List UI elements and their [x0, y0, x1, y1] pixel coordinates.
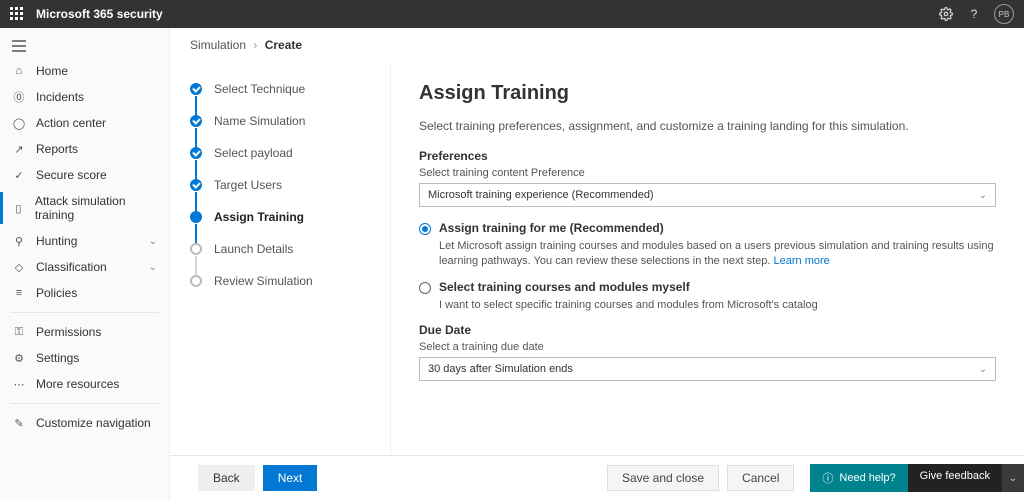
chevron-down-icon: ⌄ [979, 364, 987, 375]
wizard-footer: Back Next Save and close Cancel ⓘNeed he… [170, 455, 1024, 500]
secure-score-icon: ✓ [12, 168, 26, 182]
step-select-technique[interactable]: Select Technique [190, 82, 380, 114]
chevron-down-icon[interactable]: ⌄ [1002, 464, 1024, 492]
preferences-heading: Preferences [419, 149, 996, 163]
nav-incidents[interactable]: ⓪Incidents [0, 84, 169, 110]
incidents-icon: ⓪ [12, 90, 26, 104]
radio2-description: I want to select specific training cours… [439, 298, 996, 313]
hunting-icon: ⚲ [12, 234, 26, 248]
avatar[interactable]: PB [994, 4, 1014, 24]
learn-more-link[interactable]: Learn more [774, 255, 830, 267]
radio1-description: Let Microsoft assign training courses an… [439, 239, 996, 270]
back-button[interactable]: Back [198, 465, 255, 491]
classification-icon: ◇ [12, 260, 26, 274]
policies-icon: ≡ [12, 286, 26, 300]
app-launcher-icon[interactable] [10, 7, 24, 21]
left-nav: ⌂Home ⓪Incidents ◯Action center ↗Reports… [0, 28, 170, 500]
chevron-down-icon: ⌄ [149, 262, 157, 273]
nav-home[interactable]: ⌂Home [0, 58, 169, 84]
nav-reports[interactable]: ↗Reports [0, 136, 169, 162]
radio-select-myself[interactable]: Select training courses and modules myse… [419, 280, 996, 294]
training-content-select[interactable]: Microsoft training experience (Recommend… [419, 183, 996, 207]
chevron-down-icon: ⌄ [149, 236, 157, 247]
more-icon: ⋯ [12, 377, 26, 391]
radio-icon[interactable] [419, 282, 431, 294]
edit-icon: ✎ [12, 416, 26, 430]
page-title: Assign Training [419, 82, 996, 105]
breadcrumb-root[interactable]: Simulation [190, 38, 246, 52]
save-close-button[interactable]: Save and close [607, 465, 719, 491]
need-help-button[interactable]: ⓘNeed help? [810, 464, 907, 492]
radio-assign-for-me[interactable]: Assign training for me (Recommended) [419, 221, 996, 235]
step-name-simulation[interactable]: Name Simulation [190, 114, 380, 146]
due-date-select[interactable]: 30 days after Simulation ends ⌄ [419, 357, 996, 381]
cancel-button[interactable]: Cancel [727, 465, 794, 491]
top-bar: Microsoft 365 security ? PB [0, 0, 1024, 28]
help-icon[interactable]: ? [960, 0, 988, 28]
settings-icon[interactable] [932, 0, 960, 28]
step-target-users[interactable]: Target Users [190, 178, 380, 210]
help-circle-icon: ⓘ [822, 470, 833, 486]
main-panel: Assign Training Select training preferen… [390, 62, 1024, 455]
nav-policies[interactable]: ≡Policies [0, 280, 169, 306]
permissions-icon: ⚿ [12, 325, 26, 339]
nav-customize[interactable]: ✎Customize navigation [0, 410, 169, 436]
nav-attack-simulation[interactable]: ▯Attack simulation training [0, 188, 169, 228]
pref-field-label: Select training content Preference [419, 167, 996, 179]
chevron-down-icon: ⌄ [979, 190, 987, 201]
radio-icon[interactable] [419, 223, 431, 235]
nav-classification[interactable]: ◇Classification⌄ [0, 254, 169, 280]
nav-settings[interactable]: ⚙Settings [0, 345, 169, 371]
breadcrumb: Simulation › Create [170, 28, 1024, 62]
attack-sim-icon: ▯ [12, 201, 25, 215]
page-subtitle: Select training preferences, assignment,… [419, 119, 996, 133]
step-launch-details[interactable]: Launch Details [190, 242, 380, 274]
hamburger-icon[interactable] [0, 34, 169, 58]
nav-more-resources[interactable]: ⋯More resources [0, 371, 169, 397]
step-select-payload[interactable]: Select payload [190, 146, 380, 178]
settings-icon: ⚙ [12, 351, 26, 365]
step-assign-training[interactable]: Assign Training [190, 210, 380, 242]
wizard-steps: Select Technique Name Simulation Select … [170, 62, 390, 455]
nav-permissions[interactable]: ⚿Permissions [0, 319, 169, 345]
action-center-icon: ◯ [12, 116, 26, 130]
home-icon: ⌂ [12, 64, 26, 78]
give-feedback-button[interactable]: Give feedback [908, 464, 1002, 492]
nav-secure-score[interactable]: ✓Secure score [0, 162, 169, 188]
due-field-label: Select a training due date [419, 341, 996, 353]
next-button[interactable]: Next [263, 465, 318, 491]
nav-hunting[interactable]: ⚲Hunting⌄ [0, 228, 169, 254]
product-title: Microsoft 365 security [36, 7, 163, 21]
due-date-heading: Due Date [419, 323, 996, 337]
nav-action-center[interactable]: ◯Action center [0, 110, 169, 136]
step-review-simulation[interactable]: Review Simulation [190, 274, 380, 288]
breadcrumb-current: Create [265, 38, 302, 52]
reports-icon: ↗ [12, 142, 26, 156]
